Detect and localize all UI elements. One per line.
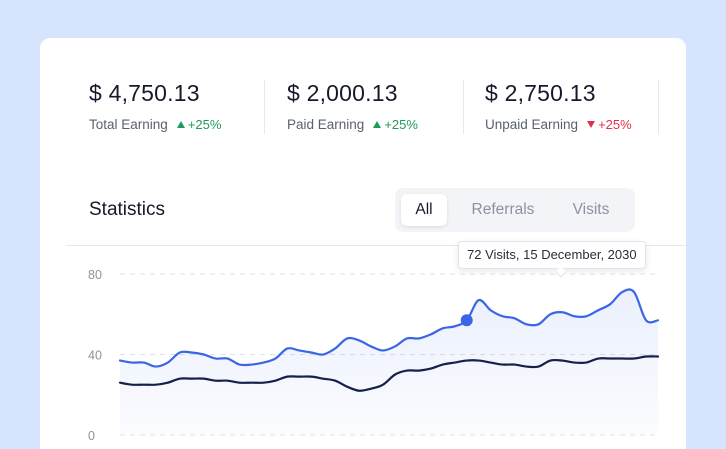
chart-tooltip: 72 Visits, 15 December, 2030 bbox=[458, 241, 646, 269]
y-tick-label: 80 bbox=[88, 268, 102, 282]
y-tick-label: 40 bbox=[88, 349, 102, 363]
earnings-card: $ 4,750.13 Total Earning +25% $ 2,000.13… bbox=[40, 38, 686, 449]
highlight-point bbox=[460, 314, 473, 327]
y-tick-label: 0 bbox=[88, 429, 95, 443]
